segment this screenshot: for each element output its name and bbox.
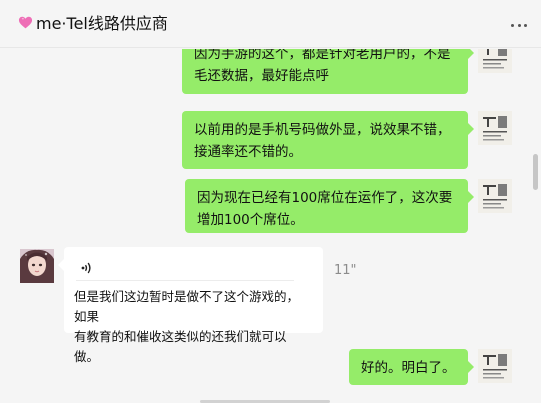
scrollbar-thumb[interactable] — [533, 154, 538, 190]
avatar[interactable] — [478, 49, 512, 73]
contact-avatar[interactable] — [20, 249, 54, 283]
message-line: 增加100个席位。 — [197, 212, 304, 228]
message-list[interactable]: 因为手游的这个，都是针对老用户的，不是 毛还数据，最好能点呼 以前用的是手机号码… — [0, 49, 541, 403]
more-dot — [517, 23, 521, 27]
message-line: 接通率还不错的。 — [194, 144, 302, 160]
message-bubble-outgoing[interactable]: 因为手游的这个，都是针对老用户的，不是 毛还数据，最好能点呼 — [182, 49, 474, 94]
chat-header: me·Tel线路供应商 — [0, 0, 541, 48]
avatar-image — [478, 179, 512, 213]
more-dot — [524, 23, 527, 27]
avatar-image — [478, 111, 512, 145]
message-line: 因为现在已经有100席位在运作了，这次要 — [197, 190, 453, 206]
message-bubble-incoming[interactable]: 但是我们这边暂时是做不了这个游戏的，如果 有教育的和催收这类似的还我们就可以做。 — [58, 247, 323, 364]
transcript-line: 有教育的和催收这类似的还我们就可以做。 — [74, 329, 287, 364]
heart-icon — [18, 16, 33, 28]
avatar-image — [478, 49, 512, 73]
more-dot — [511, 23, 514, 27]
chat-title-text: me·Tel线路供应商 — [36, 14, 168, 33]
message-line: 因为手游的这个，都是针对老用户的，不是 — [194, 49, 451, 62]
message-line: 好的。明白了。 — [361, 360, 456, 376]
message-line: 毛还数据，最好能点呼 — [194, 68, 329, 84]
message-line: 以前用的是手机号码做外显，说效果不错， — [194, 122, 451, 138]
avatar[interactable] — [478, 179, 512, 213]
chat-title[interactable]: me·Tel线路供应商 — [18, 10, 168, 34]
voice-message[interactable] — [76, 255, 294, 281]
avatar[interactable] — [478, 111, 512, 145]
message-bubble-outgoing[interactable]: 好的。明白了。 — [349, 349, 474, 385]
voice-transcript: 但是我们这边暂时是做不了这个游戏的，如果 有教育的和催收这类似的还我们就可以做。 — [74, 287, 310, 367]
message-bubble-outgoing[interactable]: 以前用的是手机号码做外显，说效果不错， 接通率还不错的。 — [182, 111, 474, 169]
avatar-image — [478, 349, 512, 383]
transcript-line: 但是我们这边暂时是做不了这个游戏的，如果 — [74, 289, 300, 324]
voice-duration: 11" — [334, 263, 357, 278]
message-bubble-outgoing[interactable]: 因为现在已经有100席位在运作了，这次要 增加100个席位。 — [185, 179, 474, 233]
contact-avatar-image — [20, 249, 54, 283]
more-options-button[interactable] — [511, 22, 527, 28]
avatar[interactable] — [478, 349, 512, 383]
voice-wave-icon — [81, 262, 91, 274]
